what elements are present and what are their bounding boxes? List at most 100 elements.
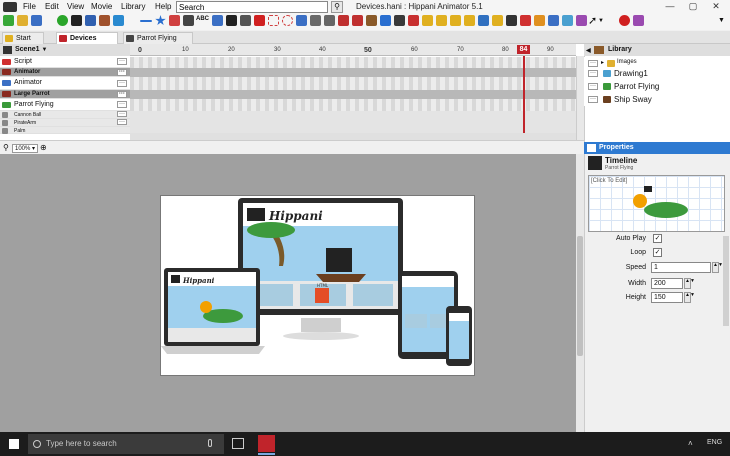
- new-icon[interactable]: [3, 15, 14, 26]
- menu-file[interactable]: File: [23, 2, 36, 11]
- height-stepper[interactable]: ▲▼: [684, 292, 695, 303]
- menu-help[interactable]: Help: [155, 2, 171, 11]
- speed-stepper[interactable]: ▲▼: [712, 262, 723, 273]
- loop-checkbox[interactable]: ✓: [653, 248, 662, 257]
- dropdown-tool-icon[interactable]: [240, 15, 251, 26]
- playhead[interactable]: [523, 56, 525, 133]
- properties-scrollbar[interactable]: [723, 236, 729, 326]
- tab-start[interactable]: Start: [2, 32, 44, 44]
- timeline-ruler[interactable]: 0 10 20 30 40 50 60 70 80 90 84: [130, 44, 576, 56]
- layer-row[interactable]: Parrot Flying ···: [0, 99, 130, 111]
- youtube-tool-icon[interactable]: [520, 15, 531, 26]
- text-tool-icon[interactable]: ABC: [196, 16, 209, 22]
- layer-row[interactable]: Large Parrot ···: [0, 90, 130, 99]
- paint-tool-icon[interactable]: [408, 15, 419, 26]
- width-input[interactable]: 200: [651, 278, 683, 289]
- layer-options-button[interactable]: ···: [117, 119, 127, 125]
- select-tool-icon[interactable]: [268, 15, 279, 26]
- frame-track[interactable]: [130, 57, 576, 68]
- height-input[interactable]: 150: [651, 292, 683, 303]
- chest-icon[interactable]: [99, 15, 110, 26]
- tag-tool-icon[interactable]: [436, 15, 447, 26]
- item-options-button[interactable]: ···: [588, 83, 598, 90]
- scrollbar-thumb[interactable]: [577, 236, 583, 356]
- item-options-button[interactable]: ···: [588, 60, 598, 67]
- rectangle-tool-icon[interactable]: [310, 15, 321, 26]
- plugin-tool-icon[interactable]: [576, 15, 587, 26]
- tooltip-tool-icon[interactable]: [464, 15, 475, 26]
- scroll-tool-icon[interactable]: [324, 15, 335, 26]
- checkbox-tool-icon[interactable]: [226, 15, 237, 26]
- frame-track[interactable]: [130, 111, 576, 133]
- layer-options-button[interactable]: ···: [117, 91, 127, 98]
- phone-tool-icon[interactable]: [422, 15, 433, 26]
- menu-movie[interactable]: Movie: [91, 2, 112, 11]
- microphone-icon[interactable]: [208, 439, 212, 447]
- hippani-taskbar-icon[interactable]: [258, 435, 275, 452]
- width-stepper[interactable]: ▲▼: [684, 278, 695, 289]
- play-icon[interactable]: [57, 15, 68, 26]
- image-tool-icon[interactable]: [183, 15, 194, 26]
- item-options-button[interactable]: ···: [588, 70, 598, 77]
- layer-options-button[interactable]: ···: [117, 58, 127, 65]
- search-input[interactable]: [176, 1, 328, 13]
- vimeo-tool-icon[interactable]: [562, 15, 573, 26]
- layer-row[interactable]: Palm: [0, 127, 130, 134]
- menu-library[interactable]: Library: [121, 2, 145, 11]
- search-icon[interactable]: ⚲: [331, 1, 343, 13]
- pointer-tool-icon[interactable]: ➚: [588, 14, 597, 27]
- check-tool-icon[interactable]: [254, 15, 265, 26]
- timeline-horizontal-scrollbar[interactable]: [130, 133, 576, 140]
- taskbar-search[interactable]: Type here to search: [28, 434, 224, 454]
- input-tool-icon[interactable]: [296, 15, 307, 26]
- sound-tool-icon[interactable]: [352, 15, 363, 26]
- star-tool-icon[interactable]: [155, 15, 166, 26]
- list-tool-icon[interactable]: [212, 15, 223, 26]
- publish-icon[interactable]: [113, 15, 124, 26]
- auto-play-checkbox[interactable]: ✓: [653, 234, 662, 243]
- layer-options-button[interactable]: ···: [117, 101, 127, 108]
- path-tool-icon[interactable]: [366, 15, 377, 26]
- frame-track[interactable]: [130, 68, 576, 77]
- facebook-tool-icon[interactable]: [548, 15, 559, 26]
- chevron-down-icon[interactable]: ▼: [598, 18, 604, 24]
- layer-options-button[interactable]: ···: [117, 69, 127, 76]
- rss-tool-icon[interactable]: [534, 15, 545, 26]
- music-tool-icon[interactable]: [492, 15, 503, 26]
- scene-selector[interactable]: Scene1 ▼: [0, 44, 130, 56]
- save-icon[interactable]: [31, 15, 42, 26]
- menu-edit[interactable]: Edit: [45, 2, 59, 11]
- clapper-icon[interactable]: [71, 15, 82, 26]
- maximize-button[interactable]: ▢: [684, 1, 702, 13]
- task-view-icon[interactable]: [232, 438, 244, 449]
- language-indicator[interactable]: ENG: [707, 439, 722, 446]
- layer-row[interactable]: PirateArm ···: [0, 119, 130, 127]
- timeline-preview[interactable]: [Click To Edit]: [588, 175, 725, 232]
- library-item[interactable]: ··· Drawing1: [584, 67, 730, 80]
- html-tool-icon[interactable]: [338, 15, 349, 26]
- expand-icon[interactable]: ▸: [601, 59, 604, 66]
- library-item[interactable]: ··· Ship Sway: [584, 93, 730, 106]
- layer-row[interactable]: Animator ···: [0, 77, 130, 90]
- item-options-button[interactable]: ···: [588, 96, 598, 103]
- zoom-select[interactable]: 100% ▾: [12, 144, 39, 153]
- tab-devices[interactable]: Devices: [56, 32, 118, 44]
- frame-track[interactable]: [130, 90, 576, 99]
- current-frame-marker[interactable]: 84: [517, 45, 530, 54]
- grid-tool-icon[interactable]: [169, 15, 180, 26]
- help-icon[interactable]: [619, 15, 630, 26]
- feedback-icon[interactable]: [633, 15, 644, 26]
- layer-options-button[interactable]: ···: [117, 80, 127, 87]
- stage-canvas[interactable]: Hippani HTML Hippani: [160, 195, 475, 376]
- chevron-up-icon[interactable]: ˄: [688, 439, 693, 448]
- tab-parrot-flying[interactable]: Parrot Flying: [123, 32, 193, 44]
- face-tool-icon[interactable]: [450, 15, 461, 26]
- lasso-tool-icon[interactable]: [282, 15, 293, 26]
- library-item[interactable]: ··· Parrot Flying: [584, 80, 730, 93]
- menu-view[interactable]: View: [67, 2, 84, 11]
- minimize-button[interactable]: —: [661, 1, 679, 13]
- toolbar-menu-icon[interactable]: ▼: [718, 17, 725, 24]
- export-icon[interactable]: [85, 15, 96, 26]
- frame-track[interactable]: [130, 77, 576, 90]
- layer-row[interactable]: Animator ···: [0, 68, 130, 77]
